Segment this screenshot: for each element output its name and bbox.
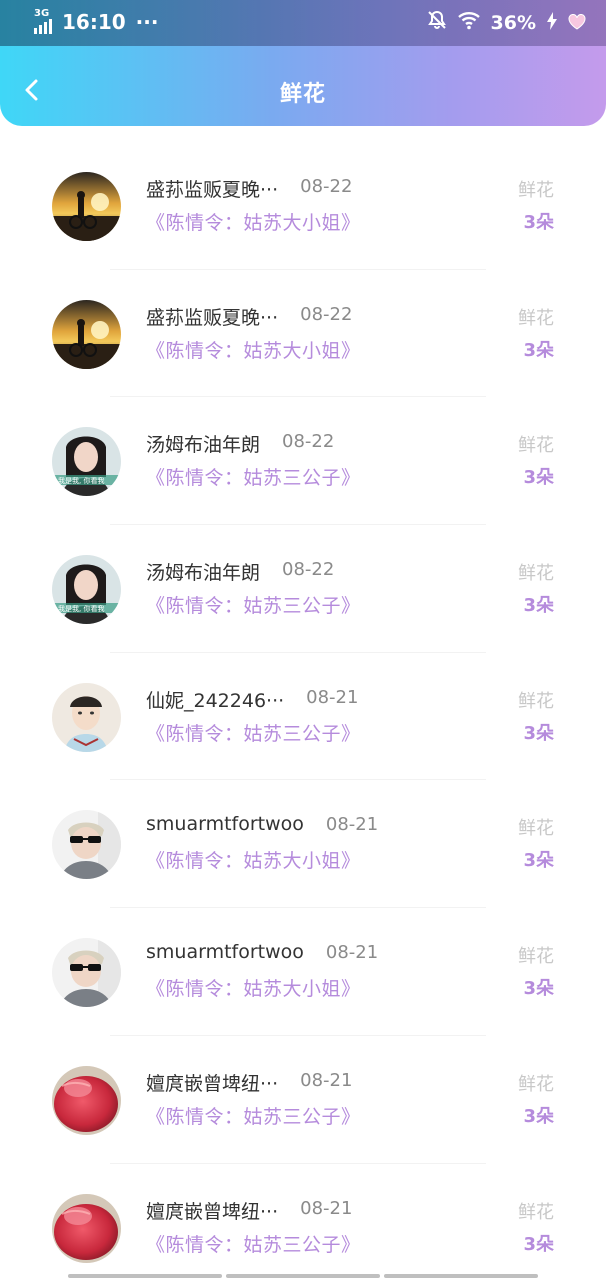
gift-date: 08-22 <box>300 303 353 325</box>
wifi-icon <box>457 10 481 35</box>
gift-date: 08-21 <box>300 1069 353 1091</box>
charging-icon <box>546 11 558 35</box>
flower-record-list: 盛荪监贩夏晚··· 08-22 《陈情令：姑苏大小姐》 鲜花 3朵 盛荪监贩夏晚··· 08… <box>0 142 606 1280</box>
heart-icon <box>568 11 586 35</box>
bottom-indicator <box>68 1274 538 1280</box>
user-name: 汤姆布油年朗 <box>146 562 261 585</box>
gift-count: 3朵 <box>523 722 554 744</box>
header: 3G 16:10 ··· 36% 鲜花 <box>0 0 606 126</box>
avatar[interactable] <box>52 938 121 1008</box>
title-bar: 鲜花 <box>0 66 606 114</box>
gift-count: 3朵 <box>523 467 554 489</box>
status-bar: 3G 16:10 ··· 36% <box>0 0 606 46</box>
gift-date: 08-22 <box>300 176 353 197</box>
battery-level: 36% <box>490 11 536 34</box>
gift-date: 08-21 <box>300 1197 353 1219</box>
gift-type-label: 鲜花 <box>518 435 554 457</box>
drama-title-link[interactable]: 《陈情令：姑苏三公子》 <box>146 1102 361 1129</box>
gift-type-label: 鲜花 <box>518 1073 554 1095</box>
page-title: 鲜花 <box>279 82 326 107</box>
gift-date: 08-21 <box>306 686 359 708</box>
avatar[interactable] <box>52 299 121 369</box>
list-item[interactable]: smuarmtfortwoo 08-21 《陈情令：姑苏大小姐》 鲜花 3朵 <box>0 908 606 1036</box>
gift-count: 3朵 <box>523 1233 554 1255</box>
gift-count: 3朵 <box>523 595 554 617</box>
gift-date: 08-22 <box>282 559 335 581</box>
avatar[interactable] <box>52 1065 121 1135</box>
avatar[interactable] <box>52 172 121 241</box>
gift-date: 08-21 <box>325 942 379 964</box>
list-item[interactable]: 嬗庹嵌曾埤纽··· 08-21 《陈情令：姑苏三公子》 鲜花 3朵 <box>0 1036 606 1164</box>
gift-type-label: 鲜花 <box>518 818 554 840</box>
user-name: smuarmtfortwoo <box>146 813 304 836</box>
list-item[interactable]: 盛荪监贩夏晚··· 08-22 《陈情令：姑苏大小姐》 鲜花 3朵 <box>0 142 606 270</box>
list-item[interactable]: 嬗庹嵌曾埤纽··· 08-21 《陈情令：姑苏三公子》 鲜花 3朵 <box>0 1164 606 1280</box>
gift-date: 08-22 <box>282 431 335 453</box>
user-name: 盛荪监贩夏晚··· <box>146 179 279 201</box>
drama-title-link[interactable]: 《陈情令：姑苏三公子》 <box>146 1230 361 1257</box>
gift-count: 3朵 <box>523 212 554 233</box>
avatar[interactable] <box>52 682 121 752</box>
list-item[interactable]: 仙妮_242246··· 08-21 《陈情令：姑苏三公子》 鲜花 3朵 <box>0 653 606 781</box>
drama-title-link[interactable]: 《陈情令：姑苏大小姐》 <box>146 336 361 363</box>
user-name: 嬗庹嵌曾埤纽··· <box>146 1072 279 1095</box>
avatar[interactable]: 我是我, 你看我 <box>52 555 121 625</box>
drama-title-link[interactable]: 《陈情令：姑苏大小姐》 <box>146 974 361 1001</box>
gift-count: 3朵 <box>523 1105 554 1127</box>
list-item[interactable]: 我是我, 你看我 汤姆布油年朗 08-22 《陈情令：姑苏三公子》 鲜花 3朵 <box>0 525 606 653</box>
user-name: 汤姆布油年朗 <box>146 434 261 457</box>
gift-type-label: 鲜花 <box>518 180 554 201</box>
status-time: 16:10 <box>62 10 126 34</box>
gift-type-label: 鲜花 <box>518 690 554 712</box>
more-dots-icon: ··· <box>135 10 159 34</box>
drama-title-link[interactable]: 《陈情令：姑苏三公子》 <box>146 463 361 490</box>
gift-type-label: 鲜花 <box>518 946 554 968</box>
list-item[interactable]: 盛荪监贩夏晚··· 08-22 《陈情令：姑苏大小姐》 鲜花 3朵 <box>0 270 606 398</box>
network-type: 3G <box>34 8 50 19</box>
avatar[interactable] <box>52 810 121 880</box>
svg-text:我是我, 你看我: 我是我, 你看我 <box>58 604 104 613</box>
gift-type-label: 鲜花 <box>518 563 554 585</box>
drama-title-link[interactable]: 《陈情令：姑苏三公子》 <box>146 591 361 618</box>
user-name: 嬗庹嵌曾埤纽··· <box>146 1200 279 1223</box>
bell-off-icon <box>427 10 447 35</box>
svg-text:我是我, 你看我: 我是我, 你看我 <box>58 476 104 485</box>
gift-count: 3朵 <box>523 339 554 361</box>
avatar[interactable]: 我是我, 你看我 <box>52 427 121 497</box>
gift-type-label: 鲜花 <box>518 307 554 329</box>
list-item[interactable]: 我是我, 你看我 汤姆布油年朗 08-22 《陈情令：姑苏三公子》 鲜花 3朵 <box>0 397 606 525</box>
gift-type-label: 鲜花 <box>518 1201 554 1223</box>
drama-title-link[interactable]: 《陈情令：姑苏三公子》 <box>146 719 361 746</box>
avatar[interactable] <box>52 1193 121 1263</box>
gift-count: 3朵 <box>523 850 554 872</box>
user-name: smuarmtfortwoo <box>146 941 304 964</box>
status-right: 36% <box>427 10 586 35</box>
user-name: 仙妮_242246··· <box>146 689 285 712</box>
gift-date: 08-21 <box>325 814 379 836</box>
gift-count: 3朵 <box>523 978 554 1000</box>
list-item[interactable]: smuarmtfortwoo 08-21 《陈情令：姑苏大小姐》 鲜花 3朵 <box>0 780 606 908</box>
drama-title-link[interactable]: 《陈情令：姑苏大小姐》 <box>146 846 361 873</box>
status-left: 3G 16:10 ··· <box>34 8 159 34</box>
user-name: 盛荪监贩夏晚··· <box>146 306 279 329</box>
drama-title-link[interactable]: 《陈情令：姑苏大小姐》 <box>146 208 361 235</box>
